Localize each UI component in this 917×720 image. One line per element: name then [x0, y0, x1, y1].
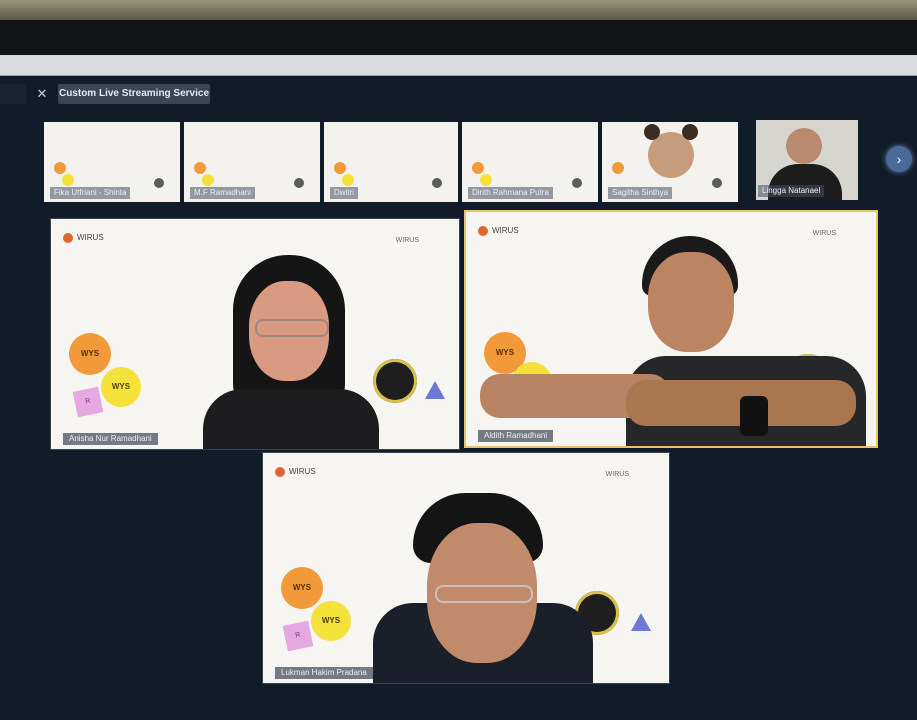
watermark: WIRUS [605, 471, 629, 478]
sticker: R [72, 386, 104, 418]
live-stream-button[interactable]: Custom Live Streaming Service [58, 84, 210, 104]
participant-video [786, 128, 822, 164]
watermark: WIRUS [395, 237, 419, 244]
sticker-icon [472, 162, 484, 174]
avatar-icon [432, 178, 442, 188]
sticker-icon [194, 162, 206, 174]
chevron-right-icon[interactable]: › [886, 146, 912, 172]
browser-address-bar[interactable] [0, 55, 917, 76]
participant-thumbnail[interactable]: Dwitri [324, 122, 458, 202]
sticker-icon [480, 174, 492, 186]
participant-name: Aldith Ramadhani [478, 430, 554, 442]
video-tile[interactable]: WIRUS WIRUS WYS WYS R Anisha Nur Ramadha… [50, 218, 460, 450]
wys-sticker: WYS [69, 333, 111, 375]
toolbar-menu[interactable] [0, 84, 26, 104]
participant-name: Fika Utfriani - Shinta [50, 187, 131, 199]
participant-thumbnail[interactable]: Lingga Natanael [756, 120, 858, 200]
avatar-icon [572, 178, 582, 188]
sticker-icon [334, 162, 346, 174]
sticker-icon [342, 174, 354, 186]
brand-logo: WIRUS [478, 226, 519, 236]
participant-thumbnail[interactable]: Sagitha Sinthya [602, 122, 738, 202]
triangle-sticker-icon [425, 381, 445, 399]
monitor-bezel [0, 20, 917, 56]
sticker: R [282, 620, 314, 652]
background-wall [0, 0, 917, 20]
avatar-icon [712, 178, 722, 188]
video-tile-active[interactable]: WIRUS WIRUS WYS WYS R Aldith Ramadhani [464, 210, 878, 448]
sticker-icon [54, 162, 66, 174]
video-tile[interactable]: WIRUS WIRUS WYS WYS R Lukman Hakim Prada… [262, 452, 670, 684]
triangle-sticker-icon [631, 613, 651, 631]
participant-name: Anisha Nur Ramadhani [63, 433, 158, 445]
participant-name: M.F Ramadhani [190, 187, 255, 199]
brand-logo: WIRUS [275, 467, 316, 477]
event-badge-icon [373, 359, 417, 403]
participant-thumbnail[interactable]: M.F Ramadhani [184, 122, 320, 202]
brand-logo: WIRUS [63, 233, 104, 243]
participant-name: Lukman Hakim Pradana [275, 667, 373, 679]
sticker-icon [62, 174, 74, 186]
watermark: WIRUS [812, 230, 836, 237]
meeting-toolbar: ✕ Custom Live Streaming Service [0, 80, 917, 110]
sticker-icon [612, 162, 624, 174]
sticker-icon [202, 174, 214, 186]
avatar-icon [294, 178, 304, 188]
mute-icon[interactable]: ✕ [32, 84, 52, 104]
avatar-icon [154, 178, 164, 188]
participant-name: Dwitri [330, 187, 358, 199]
wys-sticker: WYS [311, 601, 351, 641]
participant-name: Dirith Rahmana Putra [468, 187, 553, 199]
avatar-bear-icon [644, 124, 698, 178]
participant-name: Sagitha Sinthya [608, 187, 673, 199]
participant-name: Lingga Natanael [758, 185, 825, 197]
wys-sticker: WYS [101, 367, 141, 407]
participant-thumbnail[interactable]: Fika Utfriani - Shinta [44, 122, 180, 202]
wys-sticker: WYS [281, 567, 323, 609]
participant-thumbnail[interactable]: Dirith Rahmana Putra [462, 122, 598, 202]
